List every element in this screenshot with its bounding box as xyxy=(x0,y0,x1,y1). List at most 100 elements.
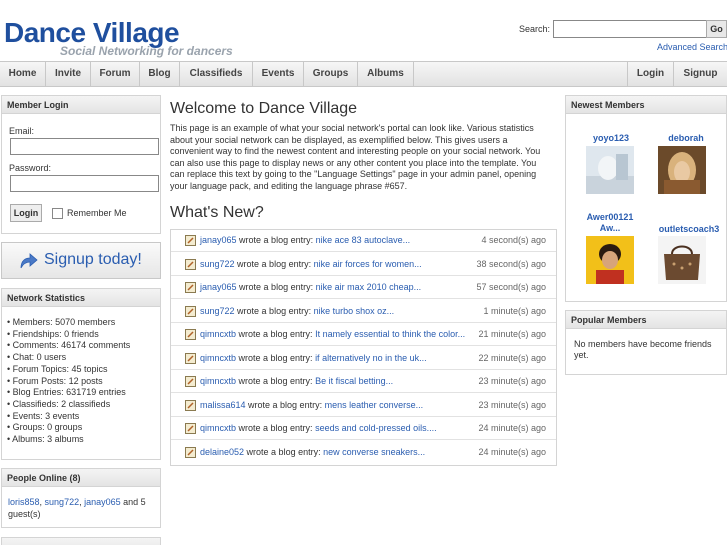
feed-user-link[interactable]: janay065 xyxy=(200,282,237,292)
feed-user-link[interactable]: qimncxtb xyxy=(200,353,236,363)
member-avatar[interactable] xyxy=(586,236,634,284)
network-statistics-box: Network Statistics • Members: 5070 membe… xyxy=(1,288,161,460)
feed-entry-link[interactable]: nike air forces for women... xyxy=(314,259,422,269)
feed-text: janay065 wrote a blog entry: nike ace 83… xyxy=(200,235,410,245)
feed-entry-link[interactable]: Be it fiscal betting... xyxy=(315,376,393,386)
blog-entry-icon xyxy=(185,399,196,411)
feed-time: 1 minute(s) ago xyxy=(483,305,546,316)
feed-action: wrote a blog entry: xyxy=(234,258,314,269)
search-input[interactable] xyxy=(553,20,727,38)
feed-action: wrote a blog entry: xyxy=(236,352,316,363)
feed-row: qimncxtb wrote a blog entry: if alternat… xyxy=(171,348,556,370)
nav-forum[interactable]: Forum xyxy=(91,62,140,86)
stat-events: • Events: 3 events xyxy=(7,410,80,421)
network-statistics-title: Network Statistics xyxy=(2,289,160,307)
stat-forum-topics: • Forum Topics: 45 topics xyxy=(7,363,108,374)
welcome-text: This page is an example of what your soc… xyxy=(170,123,541,191)
blog-entry-icon xyxy=(185,423,196,434)
feed-time: 24 minute(s) ago xyxy=(478,423,546,433)
feed-text: qimncxtb wrote a blog entry: It namely e… xyxy=(200,329,465,339)
feed-entry-link[interactable]: seeds and cold-pressed oils.... xyxy=(315,423,437,433)
feed-entry-link[interactable]: nike air max 2010 cheap... xyxy=(316,282,422,292)
feed-time: 23 minute(s) ago xyxy=(478,399,546,410)
email-label: Email: xyxy=(9,126,35,136)
feed-row: janay065 wrote a blog entry: nike air ma… xyxy=(171,277,556,299)
stat-chat: • Chat: 0 users xyxy=(7,352,67,363)
online-users-text: loris858, sung722, janay065 and 5 guest(… xyxy=(8,497,146,519)
member-avatar[interactable] xyxy=(658,146,706,194)
feed-time: 24 minute(s) ago xyxy=(478,446,546,457)
login-button[interactable]: Login xyxy=(10,204,42,222)
member-avatar[interactable] xyxy=(586,146,634,194)
nav-blog[interactable]: Blog xyxy=(140,62,180,86)
member-avatar[interactable] xyxy=(658,236,706,284)
member-name-link[interactable]: Awer00121 Aw... xyxy=(580,212,640,234)
feed-entry-link[interactable]: new converse sneakers... xyxy=(323,447,425,457)
email-field[interactable] xyxy=(10,138,159,155)
blog-entry-icon xyxy=(185,446,196,458)
feed-user-link[interactable]: qimncxtb xyxy=(200,329,236,339)
stat-blog-entries: • Blog Entries: 631719 entries xyxy=(7,387,126,398)
blog-entry-icon xyxy=(185,352,196,364)
remember-me-checkbox[interactable] xyxy=(52,208,63,219)
nav-login[interactable]: Login xyxy=(627,62,673,86)
nav-signup[interactable]: Signup xyxy=(673,62,727,86)
feed-entry-link[interactable]: nike ace 83 autoclave... xyxy=(316,235,411,245)
feed-action: wrote a blog entry: xyxy=(245,399,325,410)
feed-time: 38 second(s) ago xyxy=(476,258,546,269)
feed-row: sung722 wrote a blog entry: nike turbo s… xyxy=(171,301,556,323)
member-name-link[interactable]: yoyo123 xyxy=(566,133,656,143)
feed-action: wrote a blog entry: xyxy=(236,376,316,386)
blog-entry-icon xyxy=(185,305,196,317)
go-button[interactable]: Go xyxy=(706,20,727,38)
online-user-link[interactable]: janay065 xyxy=(84,497,121,507)
blog-entry-icon xyxy=(185,376,196,387)
feed-entry-link[interactable]: nike turbo shox oz... xyxy=(314,306,395,316)
nav-albums[interactable]: Albums xyxy=(358,62,414,86)
feed-user-link[interactable]: sung722 xyxy=(200,306,235,316)
signup-button[interactable]: Signup today! xyxy=(1,242,161,279)
feed-text: janay065 wrote a blog entry: nike air ma… xyxy=(200,282,421,292)
feed-text: delaine052 wrote a blog entry: new conve… xyxy=(200,447,425,457)
feed-entry-link[interactable]: if alternatively no in the uk... xyxy=(315,353,427,363)
member-name-link[interactable]: outletscoach3 xyxy=(650,224,727,234)
blog-entry-icon xyxy=(185,235,196,246)
online-user-link[interactable]: loris858 xyxy=(8,497,40,507)
nav-classifieds[interactable]: Classifieds xyxy=(180,62,253,86)
popular-members-empty-text: No members have become friends yet. xyxy=(574,339,712,360)
member-login-title: Member Login xyxy=(2,96,160,114)
nav-events[interactable]: Events xyxy=(253,62,304,86)
online-user-link[interactable]: sung722 xyxy=(45,497,80,507)
site-logo[interactable]: Dance Village Social Networking for danc… xyxy=(4,18,233,59)
newest-members-box: Newest Members yoyo123 deborah Awer00121… xyxy=(565,95,727,302)
feed-user-link[interactable]: delaine052 xyxy=(200,447,244,457)
next-box xyxy=(1,537,161,545)
feed-entry-link[interactable]: mens leather converse... xyxy=(325,400,424,410)
feed-user-link[interactable]: sung722 xyxy=(200,259,235,269)
whats-new-feed: janay065 wrote a blog entry: nike ace 83… xyxy=(170,229,557,466)
feed-user-link[interactable]: malissa614 xyxy=(200,400,246,410)
feed-row: delaine052 wrote a blog entry: new conve… xyxy=(171,442,556,464)
member-name-link[interactable]: deborah xyxy=(646,133,726,143)
nav-invite[interactable]: Invite xyxy=(46,62,91,86)
feed-time: 23 minute(s) ago xyxy=(478,376,546,386)
stat-albums: • Albums: 3 albums xyxy=(7,434,84,445)
feed-row: qimncxtb wrote a blog entry: seeds and c… xyxy=(171,418,556,440)
password-field[interactable] xyxy=(10,175,159,192)
stats-list: • Members: 5070 members • Friendships: 0… xyxy=(7,317,130,446)
feed-user-link[interactable]: janay065 xyxy=(200,235,237,245)
feed-text: malissa614 wrote a blog entry: mens leat… xyxy=(200,400,423,410)
advanced-search-link[interactable]: Advanced Search xyxy=(657,42,727,52)
feed-action: wrote a blog entry: xyxy=(234,305,314,316)
nav-groups[interactable]: Groups xyxy=(304,62,358,86)
blog-entry-icon xyxy=(185,329,196,340)
stat-classifieds: • Classifieds: 2 classifieds xyxy=(7,398,111,409)
feed-user-link[interactable]: qimncxtb xyxy=(200,423,236,433)
feed-text: qimncxtb wrote a blog entry: if alternat… xyxy=(200,353,427,363)
arrow-icon xyxy=(20,253,38,269)
feed-user-link[interactable]: qimncxtb xyxy=(200,376,236,386)
feed-entry-link[interactable]: It namely essential to think the color..… xyxy=(315,329,465,339)
search-label: Search: xyxy=(519,24,551,34)
nav-home[interactable]: Home xyxy=(0,62,46,86)
feed-row: janay065 wrote a blog entry: nike ace 83… xyxy=(171,230,556,252)
